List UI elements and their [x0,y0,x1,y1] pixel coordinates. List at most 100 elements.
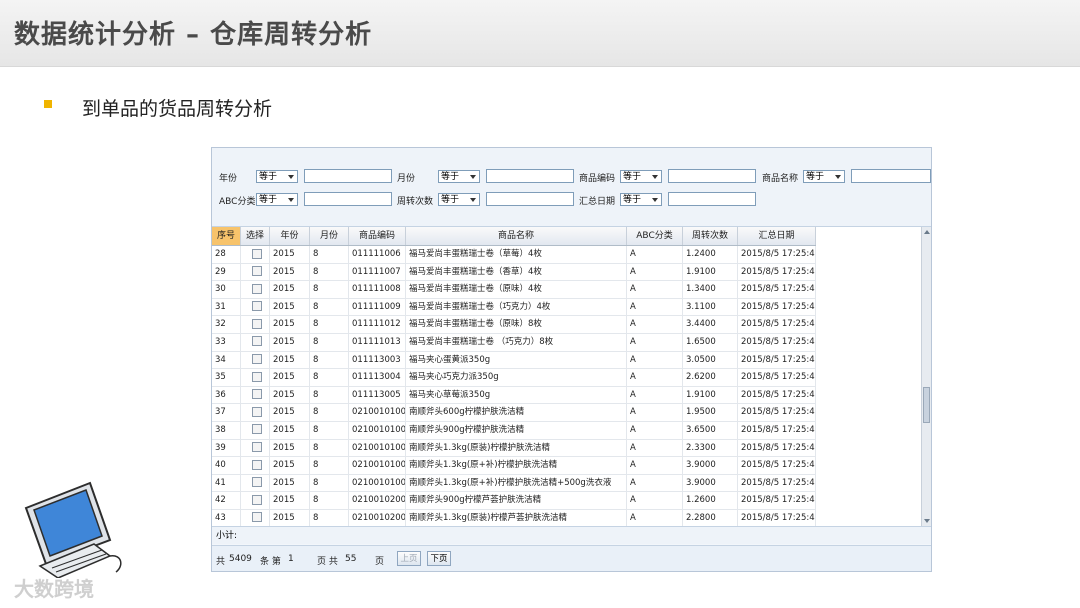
table-row[interactable]: 28 2015 8 011111006 福马爱尚丰蛋糕瑞士卷（草莓）4枚 A 1.2400 2… [212,246,816,264]
table-row[interactable]: 38 2015 8 02100101002 南顺斧头900g柠檬护肤洗洁精 A 3.6500… [212,421,816,440]
cell-date: 2015/8/5 17:25:44 [738,298,816,316]
row-checkbox[interactable] [252,477,262,488]
cell-select[interactable] [241,509,270,526]
total-prefix: 共 [216,557,226,567]
table-row[interactable]: 43 2015 8 02100102002 南顺斧头1.3kg(原装)柠檬芦荟护肤洗洁精… [212,509,816,526]
cell-code: 02100101001 [349,404,406,421]
filter-abc-operator[interactable]: 等于 [256,193,298,206]
table-row[interactable]: 42 2015 8 02100102001 南顺斧头900g柠檬芦荟护肤洗洁精 A 1.26… [212,492,816,510]
column-header-month[interactable]: 月份 [310,227,349,245]
cell-select[interactable] [241,263,270,281]
row-checkbox[interactable] [252,494,262,505]
filter-turnover-operator[interactable]: 等于 [438,193,480,206]
cell-year: 2015 [270,246,310,263]
cell-date: 2015/8/5 17:25:44 [738,421,816,439]
filter-year-input[interactable] [304,169,392,183]
filter-code-input[interactable] [668,169,756,183]
row-checkbox[interactable] [252,371,262,382]
cell-seq: 34 [212,351,241,369]
row-checkbox[interactable] [252,336,262,347]
cell-month: 8 [310,421,349,439]
cell-select[interactable] [241,492,270,509]
table-row[interactable]: 32 2015 8 011111012 福马爱尚丰蛋糕瑞士卷（原味）8枚 A 3.4400 2… [212,316,816,334]
row-checkbox[interactable] [252,248,262,259]
table-row[interactable]: 36 2015 8 011113005 福马夹心草莓派350g A 1.9100 2015/8… [212,386,816,405]
cell-select[interactable] [241,246,270,263]
cell-seq: 30 [212,281,241,298]
row-checkbox[interactable] [252,512,262,523]
cell-select[interactable] [241,474,270,492]
cell-month: 8 [310,492,349,509]
table-row[interactable]: 30 2015 8 011111008 福马爱尚丰蛋糕瑞士卷（原味）4枚 A 1.3400 2… [212,281,816,299]
filter-year-operator[interactable]: 等于 [256,170,298,183]
scroll-down-icon[interactable] [924,519,930,523]
cell-select[interactable] [241,351,270,369]
cell-month: 8 [310,474,349,492]
column-header-seq[interactable]: 序号 [212,227,241,245]
scroll-up-icon[interactable] [924,230,930,234]
row-checkbox[interactable] [252,301,262,312]
cell-select[interactable] [241,457,270,474]
column-header-turnover[interactable]: 周转次数 [683,227,738,245]
vertical-scrollbar[interactable] [921,227,931,526]
table-row[interactable]: 35 2015 8 011113004 福马夹心巧克力派350g A 2.6200 2015/… [212,369,816,387]
column-header-abc[interactable]: ABC分类 [627,227,683,245]
cell-abc: A [627,298,683,316]
cell-select[interactable] [241,316,270,333]
column-header-year[interactable]: 年份 [270,227,310,245]
prev-page-button[interactable]: 上页 [397,551,421,566]
cell-name: 南顺斧头900g柠檬护肤洗洁精 [406,421,627,439]
table-row[interactable]: 31 2015 8 011111009 福马爱尚丰蛋糕瑞士卷（巧克力）4枚 A 3.1100… [212,298,816,317]
next-page-button[interactable]: 下页 [427,551,451,566]
row-checkbox[interactable] [252,459,262,470]
table-row[interactable]: 37 2015 8 02100101001 南顺斧头600g柠檬护肤洗洁精 A 1.9500… [212,404,816,422]
table-row[interactable]: 33 2015 8 011111013 福马爱尚丰蛋糕瑞士卷 （巧克力）8枚 A 1.650… [212,333,816,352]
cell-month: 8 [310,386,349,404]
table-row[interactable]: 39 2015 8 02100101003 南顺斧头1.3kg(原装)柠檬护肤洗洁精 A 2… [212,439,816,458]
filter-turnover-label: 周转次数 [397,197,434,207]
cell-select[interactable] [241,298,270,316]
cell-select[interactable] [241,439,270,457]
table-row[interactable]: 41 2015 8 02100101005 南顺斧头1.3kg(原+补)柠檬护肤洗洁精+… [212,474,816,493]
filter-name-input[interactable] [851,169,931,183]
column-header-name[interactable]: 商品名称 [406,227,627,245]
filter-name-operator[interactable]: 等于 [803,170,845,183]
filter-date-operator[interactable]: 等于 [620,193,662,206]
row-checkbox[interactable] [252,389,262,400]
filter-code-operator[interactable]: 等于 [620,170,662,183]
column-header-date[interactable]: 汇总日期 [738,227,816,245]
scroll-thumb[interactable] [923,387,930,423]
column-header-select[interactable]: 选择 [241,227,270,245]
row-checkbox[interactable] [252,424,262,435]
row-checkbox[interactable] [252,406,262,417]
row-checkbox[interactable] [252,354,262,365]
cell-seq: 40 [212,457,241,474]
cell-date: 2015/8/5 17:25:44 [738,492,816,509]
cell-abc: A [627,404,683,421]
table-row[interactable]: 34 2015 8 011113003 福马夹心蛋黄派350g A 3.0500 2015/8… [212,351,816,370]
filter-month-input[interactable] [486,169,574,183]
cell-seq: 37 [212,404,241,421]
cell-select[interactable] [241,386,270,404]
cell-seq: 36 [212,386,241,404]
row-checkbox[interactable] [252,266,262,277]
table-row[interactable]: 40 2015 8 02100101004 南顺斧头1.3kg(原+补)柠檬护肤洗洁精 A… [212,457,816,475]
row-checkbox[interactable] [252,442,262,453]
row-checkbox[interactable] [252,318,262,329]
cell-seq: 31 [212,298,241,316]
row-checkbox[interactable] [252,283,262,294]
logo-text: 大数跨境 [14,577,94,601]
filter-abc-input[interactable] [304,192,392,206]
filter-turnover-input[interactable] [486,192,574,206]
cell-date: 2015/8/5 17:25:44 [738,369,816,386]
filter-date-input[interactable] [668,192,756,206]
cell-seq: 41 [212,474,241,492]
cell-select[interactable] [241,404,270,421]
cell-select[interactable] [241,281,270,298]
cell-select[interactable] [241,421,270,439]
column-header-code[interactable]: 商品编码 [349,227,406,245]
table-row[interactable]: 29 2015 8 011111007 福马爱尚丰蛋糕瑞士卷（香草）4枚 A 1.9100 2… [212,263,816,282]
cell-select[interactable] [241,333,270,351]
cell-select[interactable] [241,369,270,386]
filter-month-operator[interactable]: 等于 [438,170,480,183]
